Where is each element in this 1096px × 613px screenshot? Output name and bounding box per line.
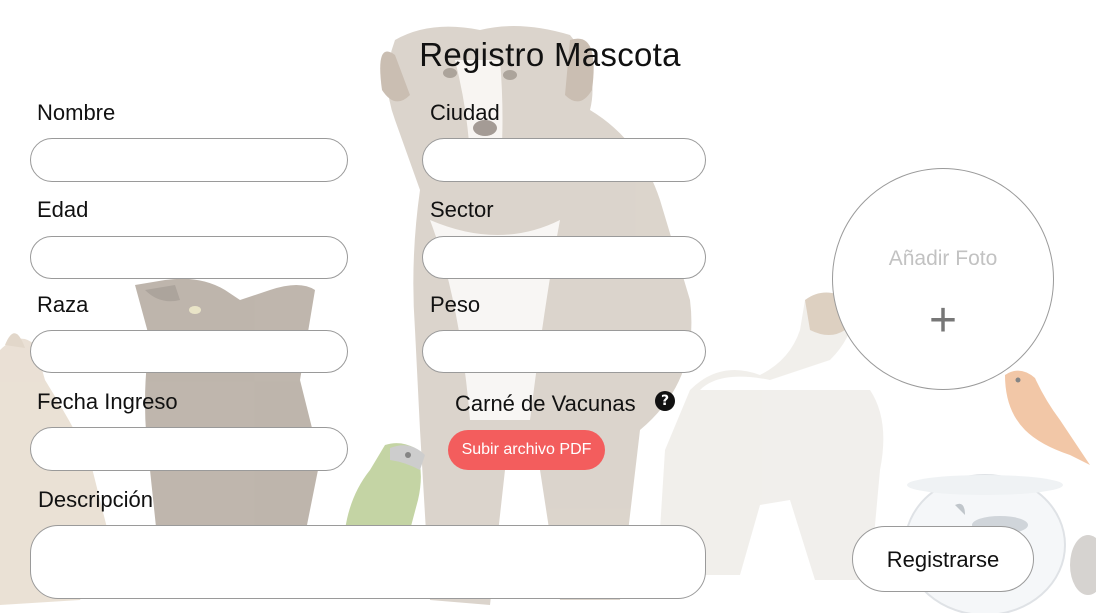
fecha-ingreso-input[interactable] xyxy=(30,427,348,471)
ciudad-input[interactable] xyxy=(422,138,706,182)
help-icon[interactable]: ? xyxy=(655,391,675,411)
upload-pdf-button[interactable]: Subir archivo PDF xyxy=(448,430,605,470)
peso-input[interactable] xyxy=(422,330,706,373)
carne-vacunas-label: Carné de Vacunas xyxy=(455,391,636,416)
add-photo-button[interactable]: Añadir Foto + xyxy=(832,168,1054,390)
edad-input[interactable] xyxy=(30,236,348,279)
dog-icon xyxy=(380,26,692,605)
page-title: Registro Mascota xyxy=(419,36,681,74)
parrot-icon xyxy=(345,443,425,530)
nombre-label: Nombre xyxy=(37,100,116,125)
descripcion-label: Descripción xyxy=(38,487,153,512)
sector-input[interactable] xyxy=(422,236,706,279)
ciudad-label: Ciudad xyxy=(430,100,500,125)
canary-icon xyxy=(1005,370,1090,465)
sector-label: Sector xyxy=(430,197,494,222)
add-photo-label: Añadir Foto xyxy=(888,247,998,270)
nombre-input[interactable] xyxy=(30,138,348,182)
raza-input[interactable] xyxy=(30,330,348,373)
descripcion-textarea[interactable] xyxy=(30,525,706,599)
fecha-ingreso-label: Fecha Ingreso xyxy=(37,389,178,414)
register-button[interactable]: Registrarse xyxy=(852,526,1034,592)
plus-icon: + xyxy=(928,294,958,347)
edad-label: Edad xyxy=(37,197,89,222)
cat-icon xyxy=(135,278,320,565)
raza-label: Raza xyxy=(37,292,89,317)
peso-label: Peso xyxy=(430,292,481,317)
